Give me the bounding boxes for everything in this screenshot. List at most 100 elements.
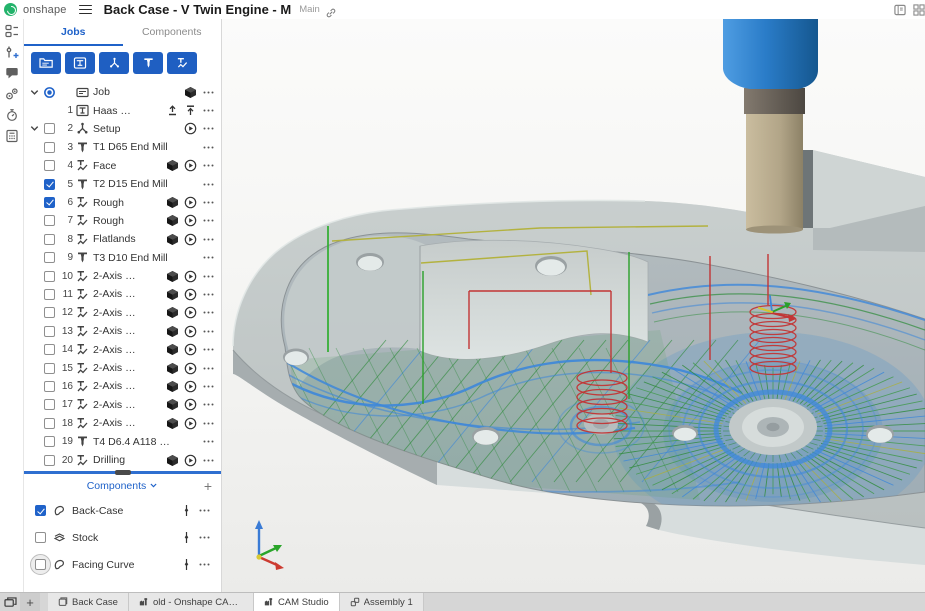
row-checkbox[interactable] xyxy=(41,234,58,245)
row-checkbox[interactable] xyxy=(41,160,58,171)
row-checkbox[interactable] xyxy=(41,455,58,466)
play-icon[interactable] xyxy=(184,306,197,319)
job-tree-row[interactable]: 4Face xyxy=(28,157,219,175)
play-icon[interactable] xyxy=(184,325,197,338)
component-checkbox[interactable] xyxy=(35,532,46,543)
job-tree-row[interactable]: 5T2 D15 End Mill xyxy=(28,175,219,193)
simulate-cube-icon[interactable] xyxy=(166,454,179,467)
overflow-menu-icon[interactable] xyxy=(202,196,215,209)
components-header[interactable]: Components + xyxy=(24,474,221,497)
job-tree-row[interactable]: 8Flatlands xyxy=(28,230,219,248)
tool-button[interactable] xyxy=(133,52,163,74)
overflow-menu-icon[interactable] xyxy=(202,178,215,191)
job-tree-row[interactable]: 102-Axis … xyxy=(28,267,219,285)
tab-components[interactable]: Components xyxy=(123,19,222,46)
simulate-cube-icon[interactable] xyxy=(184,86,197,99)
component-row[interactable]: Back-Case xyxy=(24,497,221,524)
tab-manager-icon[interactable] xyxy=(0,593,20,611)
job-tree-row[interactable]: 7Rough xyxy=(28,212,219,230)
simulate-cube-icon[interactable] xyxy=(166,362,179,375)
component-row[interactable]: Stock xyxy=(24,524,221,551)
overflow-menu-icon[interactable] xyxy=(202,417,215,430)
simulate-cube-icon[interactable] xyxy=(166,233,179,246)
row-checkbox[interactable] xyxy=(41,142,58,153)
job-tree-row[interactable]: 162-Axis … xyxy=(28,377,219,395)
row-checkbox[interactable] xyxy=(41,123,58,134)
overflow-menu-icon[interactable] xyxy=(198,558,211,571)
row-checkbox[interactable] xyxy=(41,418,58,429)
overflow-menu-icon[interactable] xyxy=(202,270,215,283)
play-icon[interactable] xyxy=(184,362,197,375)
pin-icon[interactable] xyxy=(180,504,193,517)
play-icon[interactable] xyxy=(184,214,197,227)
play-icon[interactable] xyxy=(184,159,197,172)
simulate-cube-icon[interactable] xyxy=(166,380,179,393)
job-folder-button[interactable] xyxy=(31,52,61,74)
toolpath-button[interactable] xyxy=(167,52,197,74)
play-icon[interactable] xyxy=(184,380,197,393)
overflow-menu-icon[interactable] xyxy=(202,325,215,338)
document-tab[interactable]: old - Onshape CAM Stu… xyxy=(129,593,254,611)
job-tree-row[interactable]: 19T4 D6.4 A118 … xyxy=(28,432,219,450)
gears-icon[interactable] xyxy=(5,87,19,101)
overflow-menu-icon[interactable] xyxy=(202,233,215,246)
simulate-cube-icon[interactable] xyxy=(166,306,179,319)
machine-button[interactable] xyxy=(65,52,95,74)
component-checkbox[interactable] xyxy=(35,505,46,516)
play-icon[interactable] xyxy=(184,196,197,209)
overflow-menu-icon[interactable] xyxy=(202,104,215,117)
overflow-menu-icon[interactable] xyxy=(202,122,215,135)
viewport[interactable] xyxy=(222,19,925,592)
simulate-cube-icon[interactable] xyxy=(166,398,179,411)
pin-icon[interactable] xyxy=(180,558,193,571)
row-checkbox[interactable] xyxy=(41,344,58,355)
simulate-cube-icon[interactable] xyxy=(166,288,179,301)
job-tree-row[interactable]: 2Setup xyxy=(28,120,219,138)
chevron-down-icon[interactable] xyxy=(28,87,41,98)
add-tab-button[interactable]: + xyxy=(20,593,40,611)
simulate-cube-icon[interactable] xyxy=(166,214,179,227)
outline-icon[interactable] xyxy=(5,24,19,38)
play-icon[interactable] xyxy=(184,233,197,246)
job-tree-row[interactable]: 6Rough xyxy=(28,193,219,211)
panel-icon[interactable] xyxy=(894,3,907,16)
job-tree-row[interactable]: 122-Axis … xyxy=(28,304,219,322)
filter-add-icon[interactable] xyxy=(5,45,19,59)
row-checkbox[interactable] xyxy=(41,363,58,374)
row-checkbox[interactable] xyxy=(41,179,58,190)
job-tree-row[interactable]: 1Haas … xyxy=(28,101,219,119)
setup-button[interactable] xyxy=(99,52,129,74)
overflow-menu-icon[interactable] xyxy=(202,214,215,227)
simulate-cube-icon[interactable] xyxy=(166,196,179,209)
overflow-menu-icon[interactable] xyxy=(198,531,211,544)
document-tab[interactable]: CAM Studio xyxy=(254,593,340,611)
keypad-icon[interactable] xyxy=(5,129,19,143)
focus-ring[interactable] xyxy=(30,554,51,575)
row-checkbox[interactable] xyxy=(41,381,58,392)
simulate-cube-icon[interactable] xyxy=(166,325,179,338)
simulate-cube-icon[interactable] xyxy=(166,343,179,356)
share-link-icon[interactable] xyxy=(326,5,336,15)
job-tree-row[interactable]: 3T1 D65 End Mill xyxy=(28,138,219,156)
play-icon[interactable] xyxy=(184,417,197,430)
job-tree-row[interactable]: Job xyxy=(28,83,219,101)
chevron-down-icon[interactable] xyxy=(28,123,41,134)
play-icon[interactable] xyxy=(184,343,197,356)
job-tree-row[interactable]: 9T3 D10 End Mill xyxy=(28,249,219,267)
overflow-menu-icon[interactable] xyxy=(202,343,215,356)
job-tree-row[interactable]: 172-Axis … xyxy=(28,396,219,414)
collapse-icon[interactable] xyxy=(184,104,197,117)
overflow-menu-icon[interactable] xyxy=(202,251,215,264)
overflow-menu-icon[interactable] xyxy=(202,454,215,467)
row-checkbox[interactable] xyxy=(41,326,58,337)
row-checkbox[interactable] xyxy=(41,271,58,282)
comment-icon[interactable] xyxy=(5,66,19,80)
document-tab[interactable]: Back Case xyxy=(48,593,129,611)
row-checkbox[interactable] xyxy=(41,436,58,447)
main-menu-icon[interactable] xyxy=(79,5,92,15)
simulate-cube-icon[interactable] xyxy=(166,159,179,172)
overflow-menu-icon[interactable] xyxy=(202,398,215,411)
overflow-menu-icon[interactable] xyxy=(202,141,215,154)
overflow-menu-icon[interactable] xyxy=(202,288,215,301)
post-process-icon[interactable] xyxy=(166,104,179,117)
